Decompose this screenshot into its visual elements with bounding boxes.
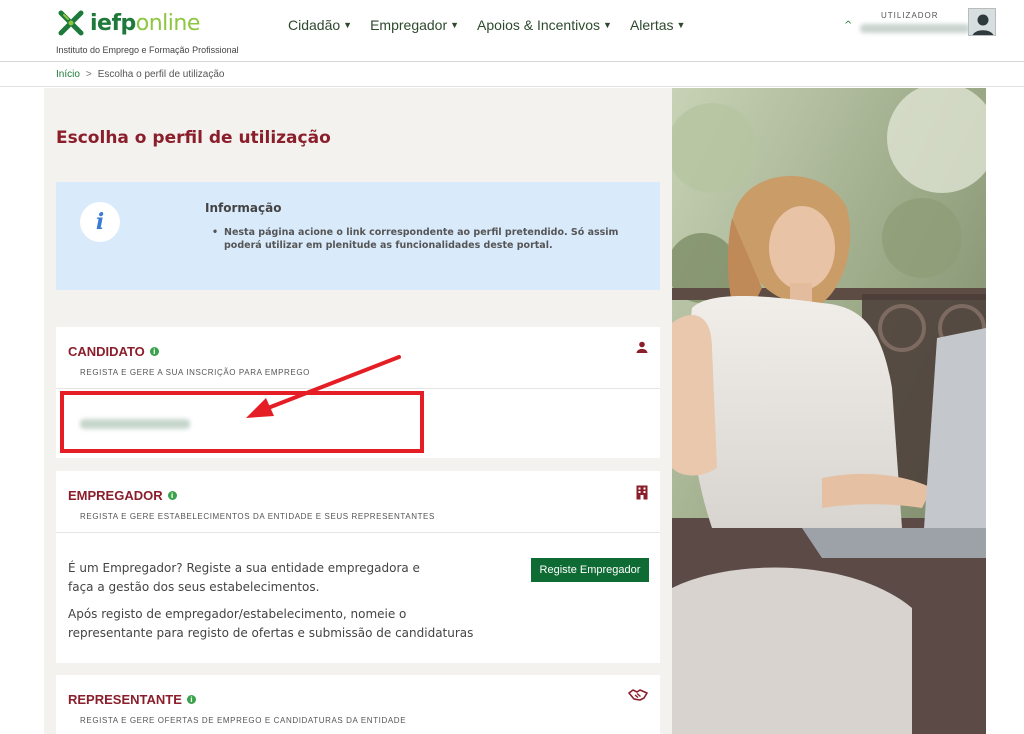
main-nav: Cidadão ▼ Empregador ▼ Apoios & Incentivos… [288, 17, 685, 33]
card-empregador: EMPREGADOR i REGISTA E GERE ESTABELECIMEN… [56, 471, 660, 663]
user-menu[interactable]: UTILIZADOR ^ [840, 8, 1024, 48]
site-header: iefponline Instituto do Emprego e Formaç… [0, 0, 1024, 62]
user-icon [636, 341, 648, 353]
info-box: i Informação • Nesta página acione o lin… [56, 182, 660, 290]
info-icon: i [80, 202, 120, 242]
user-label: UTILIZADOR [881, 11, 939, 20]
info-dot-icon[interactable]: i [149, 347, 159, 356]
nav-alertas[interactable]: Alertas ▼ [630, 17, 686, 33]
breadcrumb-current: Escolha o perfil de utilização [97, 69, 225, 80]
logo-icon [58, 10, 84, 36]
page-title: Escolha o perfil de utilização [56, 128, 331, 148]
empregador-description: É um Empregador? Registe a sua entidade … [68, 561, 420, 594]
breadcrumb: Início > Escolha o perfil de utilização [0, 63, 1024, 87]
bullet-icon: • [212, 227, 219, 238]
info-text: • Nesta página acione o link corresponde… [212, 227, 619, 251]
empregador-note: Após registo de empregador/estabelecimen… [68, 607, 474, 640]
breadcrumb-home[interactable]: Início [56, 69, 80, 80]
chevron-up-icon[interactable]: ^ [844, 20, 852, 31]
hero-photo [672, 88, 986, 734]
card-title: REPRESENTANTE i [68, 692, 196, 707]
user-name-redacted [860, 24, 970, 33]
info-dot-icon[interactable]: i [167, 491, 177, 500]
user-silhouette-icon [969, 9, 995, 35]
breadcrumb-separator: > [85, 69, 92, 80]
card-representante: REPRESENTANTE i REGISTA E GERE OFERTAS DE… [56, 675, 660, 734]
card-subtitle: REGISTA E GERE A SUA INSCRIÇÃO PARA EMPR… [80, 368, 311, 377]
card-header: CANDIDATO i REGISTA E GERE A SUA INSCRIÇÃ… [56, 327, 660, 389]
info-dot-icon[interactable]: i [186, 695, 196, 704]
building-icon [636, 485, 648, 500]
logo-subtitle: Instituto do Emprego e Formação Profissi… [56, 45, 239, 55]
registe-empregador-button[interactable]: Registe Empregador [531, 558, 649, 582]
card-title: EMPREGADOR i [68, 488, 177, 503]
card-header: REPRESENTANTE i REGISTA E GERE OFERTAS DE… [56, 675, 660, 734]
caret-down-icon: ▼ [676, 20, 686, 30]
logo[interactable]: iefponline [58, 10, 200, 36]
card-header: EMPREGADOR i REGISTA E GERE ESTABELECIMEN… [56, 471, 660, 533]
annotation-highlight-box [60, 391, 424, 453]
card-subtitle: REGISTA E GERE ESTABELECIMENTOS DA ENTID… [80, 512, 435, 521]
handshake-icon [628, 689, 648, 701]
caret-down-icon: ▼ [603, 20, 612, 30]
page: iefponline Instituto do Emprego e Formaç… [0, 0, 1024, 734]
card-title: CANDIDATO i [68, 344, 159, 359]
nav-empregador[interactable]: Empregador ▼ [370, 17, 459, 33]
caret-down-icon: ▼ [450, 20, 460, 30]
logo-text: iefponline [90, 10, 200, 36]
avatar[interactable] [968, 8, 996, 36]
nav-apoios[interactable]: Apoios & Incentivos ▼ [477, 17, 612, 33]
info-title: Informação [205, 201, 282, 215]
nav-cidadao[interactable]: Cidadão ▼ [288, 17, 352, 33]
card-subtitle: REGISTA E GERE OFERTAS DE EMPREGO E CAND… [80, 716, 407, 725]
caret-down-icon: ▼ [343, 20, 353, 30]
